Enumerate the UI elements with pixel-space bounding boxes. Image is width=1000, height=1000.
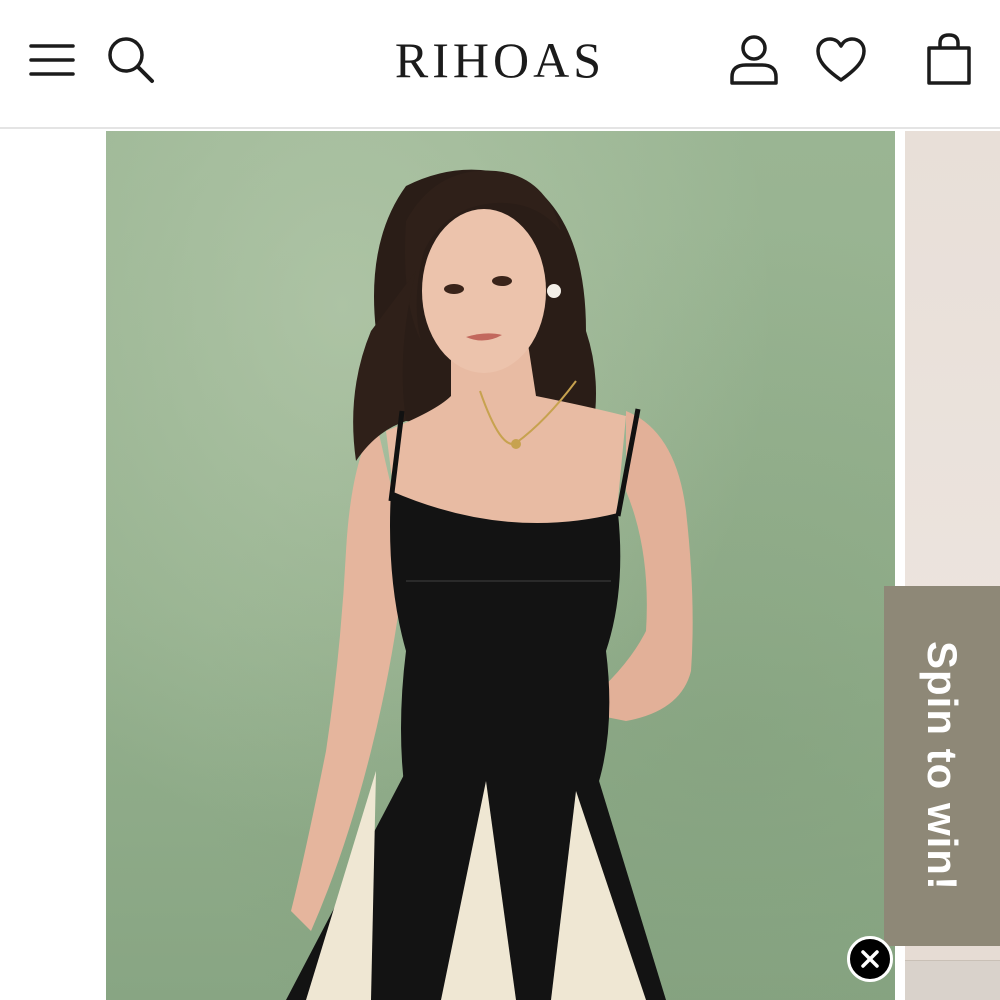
account-button[interactable] [722,28,786,92]
spin-to-win-label: Spin to win! [919,641,966,891]
next-image-floor [905,960,1000,1000]
user-icon [730,35,778,85]
model-figure [286,169,693,1000]
site-header: RIHOAS [0,0,1000,129]
spin-to-win-tab[interactable]: Spin to win! [884,586,1000,946]
close-icon [861,950,879,968]
brand-logo[interactable]: RIHOAS [330,30,670,90]
search-icon [108,37,154,83]
spin-close-button[interactable] [847,936,893,982]
wishlist-button[interactable] [808,28,874,92]
product-image[interactable] [106,131,895,1000]
shopping-bag-icon [927,33,971,85]
heart-icon [816,37,866,82]
shopping-bag-button[interactable] [916,26,982,92]
menu-button[interactable] [22,30,82,90]
left-gutter [0,131,106,1000]
menu-icon [29,44,75,76]
search-button[interactable] [100,30,162,90]
